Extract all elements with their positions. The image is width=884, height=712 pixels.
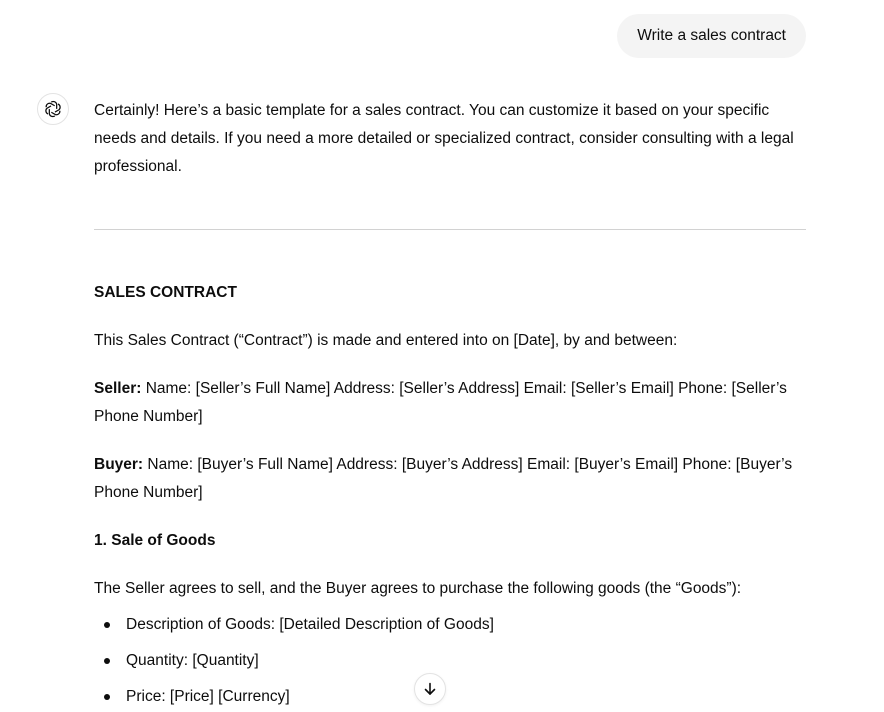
arrow-down-icon <box>424 682 436 695</box>
seller-paragraph: Seller: Name: [Seller’s Full Name] Addre… <box>94 375 806 431</box>
chat-page: Write a sales contract Certainly! Here’s… <box>0 0 884 712</box>
buyer-paragraph: Buyer: Name: [Buyer’s Full Name] Address… <box>94 451 806 507</box>
assistant-intro: Certainly! Here’s a basic template for a… <box>94 102 794 175</box>
seller-details: Name: [Seller’s Full Name] Address: [Sel… <box>94 380 787 425</box>
contract-opening: This Sales Contract (“Contract”) is made… <box>94 332 678 349</box>
assistant-message: Certainly! Here’s a basic template for a… <box>94 97 806 712</box>
user-message-text: Write a sales contract <box>637 27 786 44</box>
divider <box>94 229 806 230</box>
buyer-label: Buyer: <box>94 456 144 473</box>
buyer-details: Name: [Buyer’s Full Name] Address: [Buye… <box>94 456 793 501</box>
assistant-avatar <box>37 93 69 125</box>
openai-logo-icon <box>45 100 61 118</box>
scroll-to-bottom-button[interactable] <box>414 673 446 705</box>
list-item: Description of Goods: [Detailed Descript… <box>94 611 806 639</box>
contract-heading: SALES CONTRACT <box>94 284 237 301</box>
section-1-title: 1. Sale of Goods <box>94 532 216 549</box>
user-message-bubble: Write a sales contract <box>617 14 806 58</box>
section-1-text: The Seller agrees to sell, and the Buyer… <box>94 580 742 597</box>
goods-list: Description of Goods: [Detailed Descript… <box>94 611 806 711</box>
list-item: Quantity: [Quantity] <box>94 647 806 675</box>
seller-label: Seller: <box>94 380 142 397</box>
list-item: Price: [Price] [Currency] <box>94 683 806 711</box>
